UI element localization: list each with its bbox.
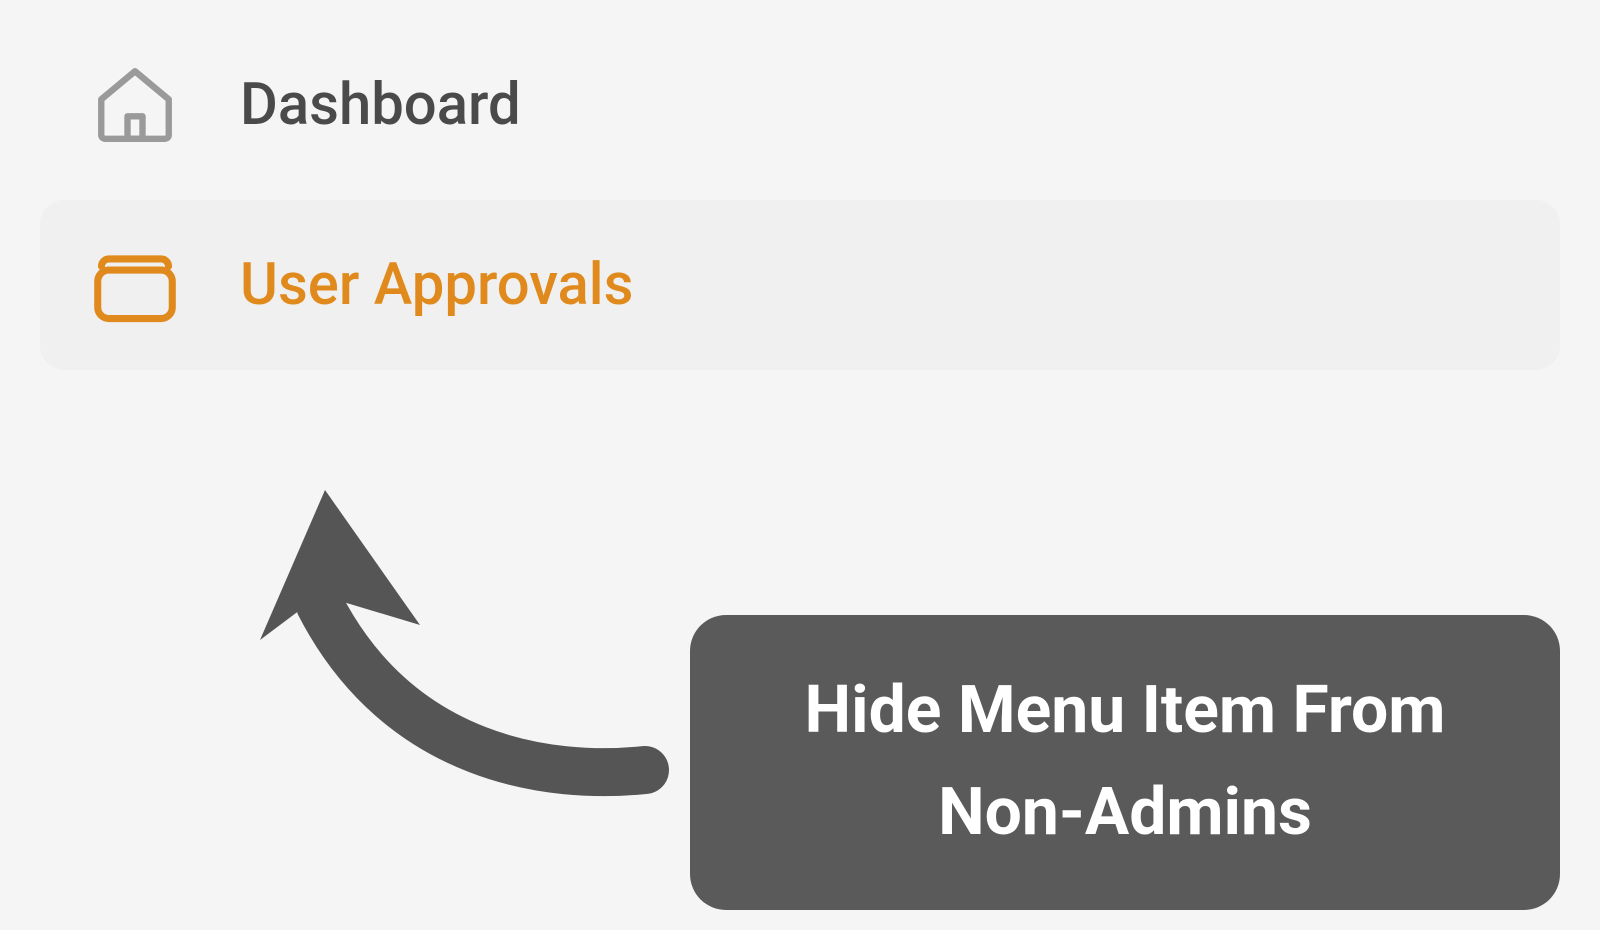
sidebar-item-user-approvals[interactable]: User Approvals [40,200,1560,370]
sidebar-item-label: User Approvals [240,251,633,319]
sidebar-item-dashboard[interactable]: Dashboard [40,30,1560,180]
annotation-callout-text: Hide Menu Item From Non-Admins [755,660,1495,865]
home-icon [90,60,180,150]
sidebar-item-label: Dashboard [240,71,521,139]
annotation-callout: Hide Menu Item From Non-Admins [690,615,1560,910]
annotation-arrow [250,485,650,785]
folder-icon [90,240,180,330]
